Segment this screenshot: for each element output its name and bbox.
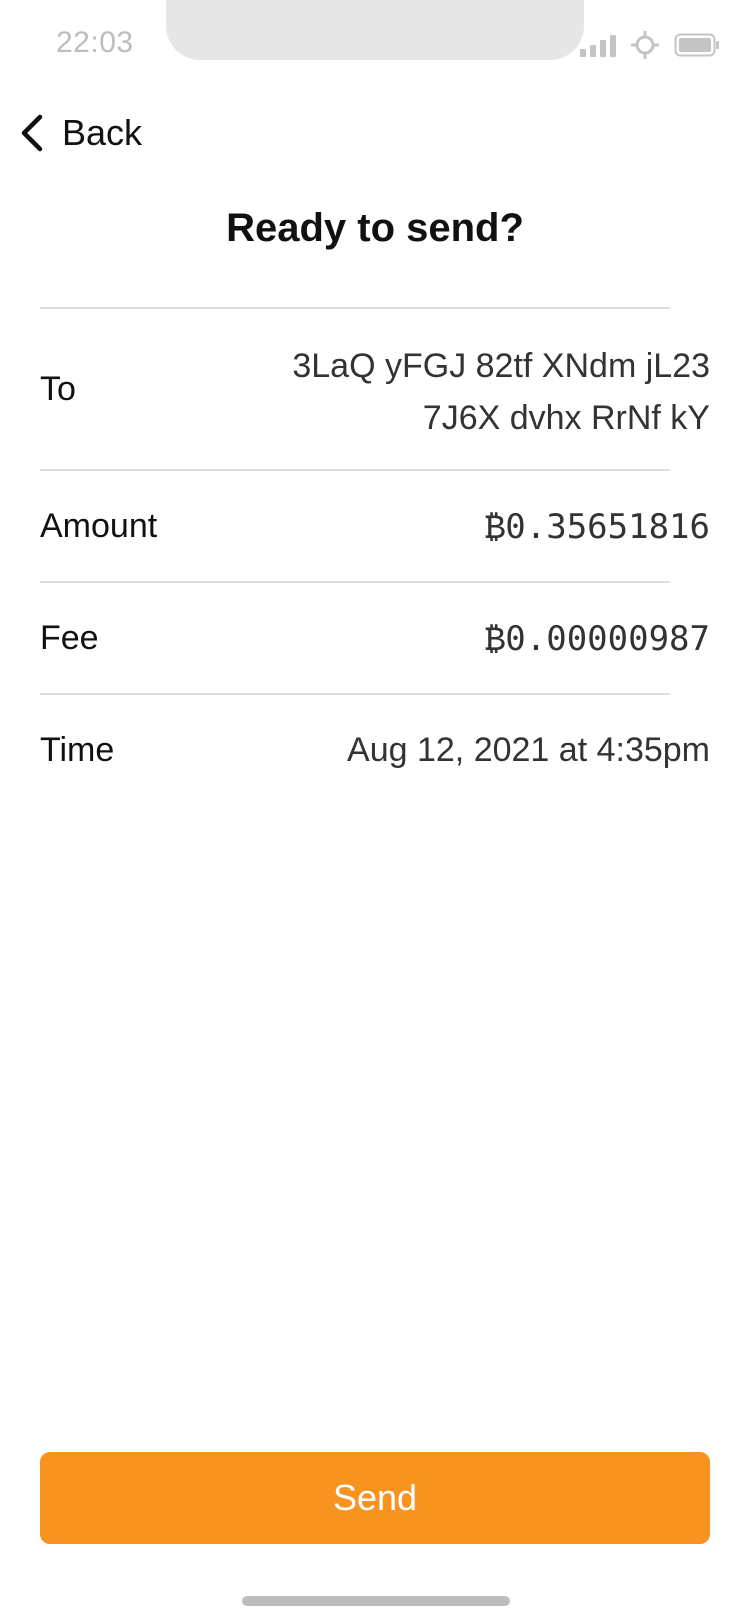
time-label: Time bbox=[40, 731, 115, 769]
time-value: Aug 12, 2021 at 4:35pm bbox=[347, 731, 710, 769]
chevron-left-icon bbox=[21, 114, 43, 152]
cellular-signal-icon bbox=[580, 33, 616, 57]
divider bbox=[40, 307, 670, 309]
to-address: 3LaQ yFGJ 82tf XNdm jL23 7J6X dvhx RrNf … bbox=[292, 340, 710, 444]
fee-value: ₿0.00000987 bbox=[484, 619, 710, 659]
page-title: Ready to send? bbox=[226, 206, 524, 250]
status-time: 22:03 bbox=[56, 26, 134, 59]
to-address-line-1: 3LaQ yFGJ 82tf XNdm jL23 bbox=[292, 347, 710, 385]
home-indicator bbox=[242, 1596, 510, 1606]
status-bar: 22:03 bbox=[0, 0, 750, 88]
divider bbox=[40, 693, 670, 695]
amount-label: Amount bbox=[40, 507, 158, 545]
location-icon bbox=[631, 31, 659, 59]
send-button-label: Send bbox=[332, 1477, 418, 1518]
status-icons bbox=[580, 30, 720, 60]
to-address-line-2: 7J6X dvhx RrNf kY bbox=[422, 399, 710, 437]
device-notch bbox=[166, 0, 584, 60]
send-button[interactable]: Send bbox=[40, 1452, 710, 1544]
divider bbox=[40, 469, 670, 471]
back-label: Back bbox=[62, 112, 143, 153]
back-button[interactable]: Back bbox=[18, 112, 142, 154]
to-label: To bbox=[40, 370, 76, 408]
battery-icon bbox=[674, 33, 719, 57]
divider bbox=[40, 581, 670, 583]
amount-value: ₿0.35651816 bbox=[484, 507, 710, 547]
fee-label: Fee bbox=[40, 619, 99, 657]
